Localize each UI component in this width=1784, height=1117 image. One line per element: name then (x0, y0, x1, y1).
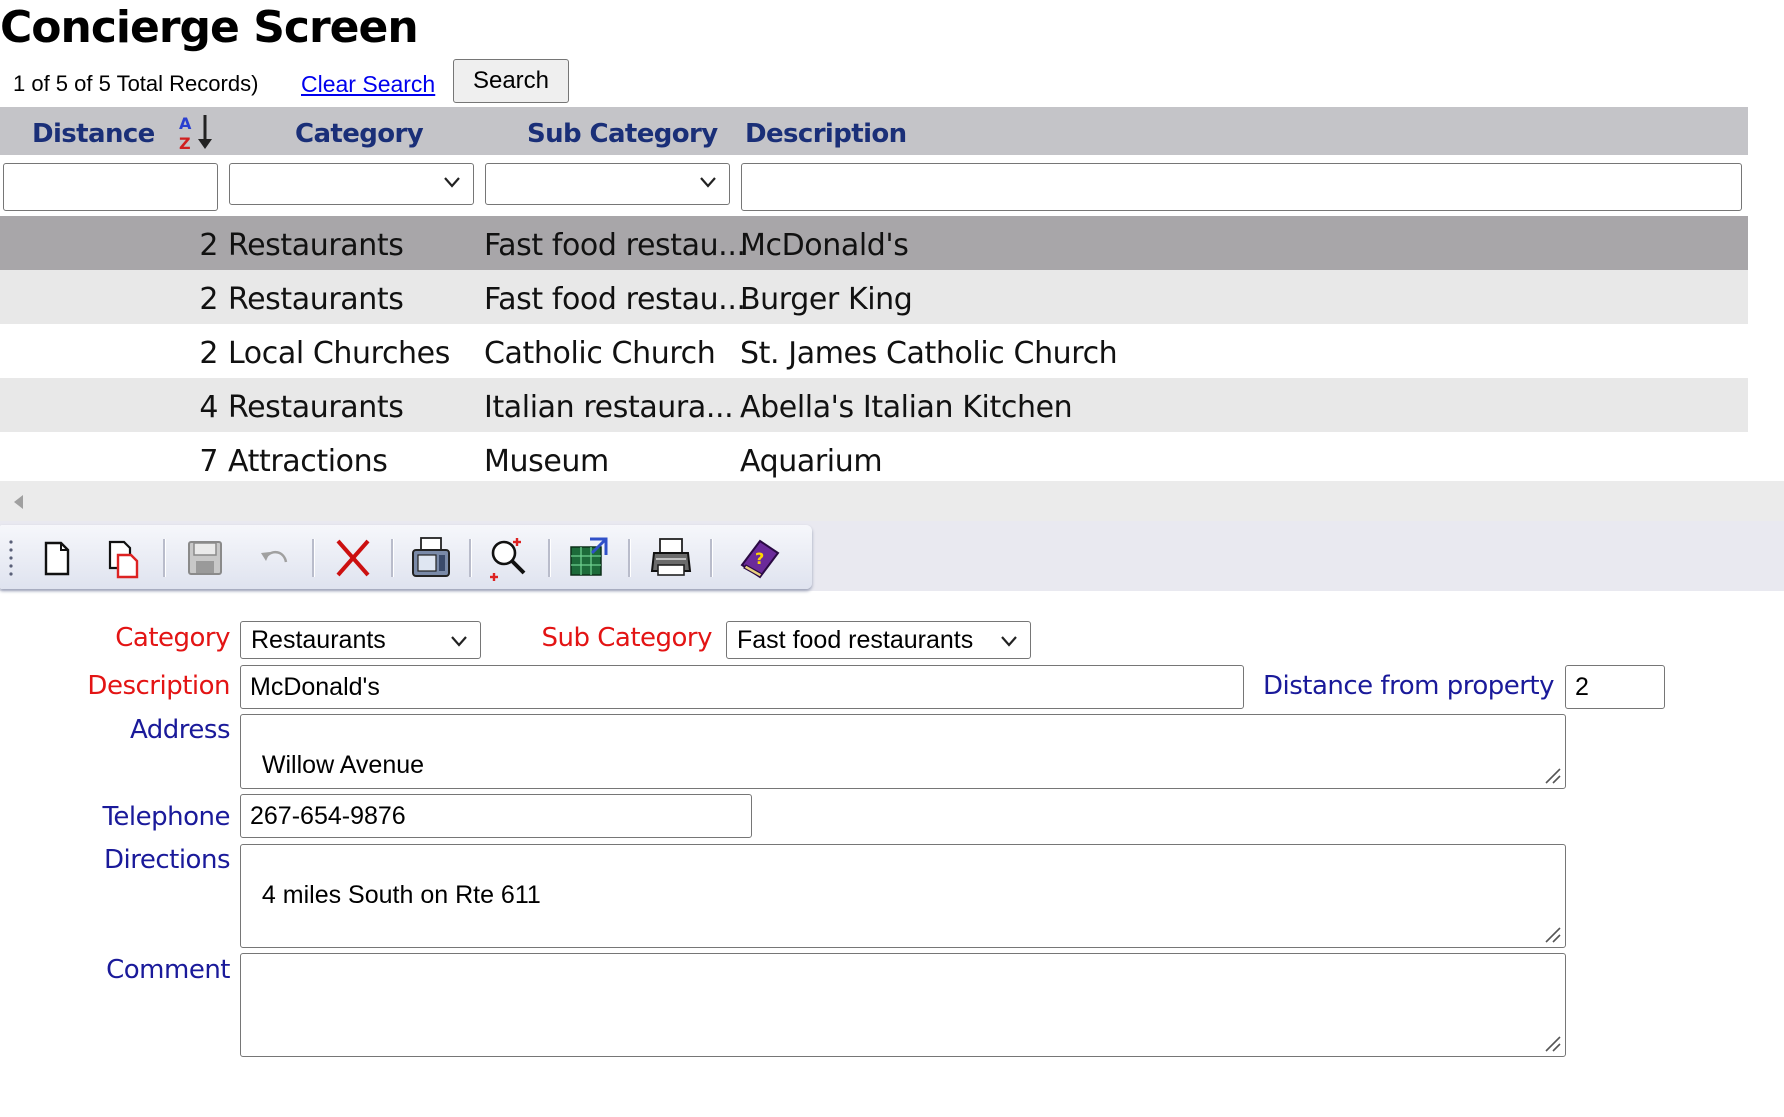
table-row[interactable]: 2 Restaurants Fast food restau... McDona… (0, 216, 1748, 270)
table-row[interactable]: 2 Local Churches Catholic Church St. Jam… (0, 324, 1748, 378)
table-row[interactable]: 4 Restaurants Italian restaura... Abella… (0, 378, 1748, 432)
category-label: Category (115, 623, 230, 653)
description-label: Description (87, 671, 230, 701)
cell-category: Attractions (228, 444, 388, 479)
svg-text:A: A (179, 114, 192, 133)
chevron-down-icon (1001, 636, 1017, 647)
cell-description: Abella's Italian Kitchen (740, 390, 1073, 425)
filter-row (0, 155, 1748, 213)
new-record-icon[interactable] (34, 535, 80, 581)
record-count-text: 1 of 5 of 5 Total Records) (13, 71, 259, 96)
comment-label: Comment (106, 955, 230, 985)
record-toolbar: ? (0, 525, 812, 589)
horizontal-scrollbar[interactable] (0, 481, 1784, 521)
directions-value: 4 miles South on Rte 611 (261, 881, 541, 909)
search-button[interactable]: Search (453, 59, 569, 103)
table-row[interactable]: 7 Attractions Museum Aquarium (0, 432, 1748, 481)
column-header-category[interactable]: Category (295, 119, 424, 149)
category-filter-select[interactable] (229, 163, 474, 205)
category-select[interactable]: Restaurants (240, 621, 481, 659)
distance-field[interactable]: 2 (1565, 665, 1665, 709)
page-title: Concierge Screen (0, 2, 419, 53)
cell-sub-category: Museum (484, 444, 609, 479)
sort-a-z-icon[interactable]: A Z (177, 112, 217, 152)
directions-textarea[interactable]: 4 miles South on Rte 611 (240, 844, 1566, 948)
export-icon[interactable] (566, 535, 612, 581)
clear-search-link[interactable]: Clear Search (301, 71, 435, 98)
address-value: Willow Avenue (261, 751, 425, 779)
sub-category-select[interactable]: Fast food restaurants (726, 621, 1031, 659)
description-filter-input[interactable] (741, 163, 1742, 211)
chevron-down-icon (444, 177, 460, 188)
chevron-down-icon (700, 177, 716, 188)
cell-distance: 2 (199, 282, 218, 317)
cell-sub-category: Italian restaura... (484, 390, 734, 425)
cell-description: Burger King (740, 282, 913, 317)
cell-sub-category: Fast food restau... (484, 282, 746, 317)
resize-grip-icon[interactable] (1543, 766, 1561, 784)
toolbar-grip-icon[interactable] (9, 538, 13, 578)
cell-description: Aquarium (740, 444, 883, 479)
telephone-field[interactable]: 267-654-9876 (240, 794, 752, 838)
chevron-down-icon (451, 636, 467, 647)
description-field[interactable]: McDonald's (240, 665, 1244, 709)
sub-category-filter-select[interactable] (485, 163, 730, 205)
sub-category-select-value: Fast food restaurants (737, 626, 974, 654)
grid-header: Distance A Z Category Sub Category Descr… (0, 107, 1748, 155)
undo-icon[interactable] (252, 535, 298, 581)
cell-description: McDonald's (740, 228, 909, 263)
table-row[interactable]: 2 Restaurants Fast food restau... Burger… (0, 270, 1748, 324)
cell-category: Local Churches (228, 336, 450, 371)
cell-distance: 4 (199, 390, 218, 425)
copy-record-icon[interactable] (100, 535, 146, 581)
fax-icon[interactable] (408, 535, 454, 581)
comment-textarea[interactable] (240, 953, 1566, 1057)
cell-distance: 2 (199, 336, 218, 371)
category-select-value: Restaurants (251, 626, 386, 654)
cell-distance: 2 (199, 228, 218, 263)
distance-label: Distance from property (1262, 671, 1555, 701)
cell-description: St. James Catholic Church (740, 336, 1118, 371)
cell-sub-category: Catholic Church (484, 336, 716, 371)
telephone-label: Telephone (102, 802, 230, 832)
print-icon[interactable] (648, 535, 694, 581)
cell-category: Restaurants (228, 228, 404, 263)
distance-filter-input[interactable] (3, 163, 218, 211)
cell-category: Restaurants (228, 282, 404, 317)
scroll-left-arrow-icon[interactable] (12, 494, 24, 510)
directions-label: Directions (103, 845, 231, 875)
cell-distance: 7 (199, 444, 218, 479)
address-label: Address (129, 715, 231, 745)
svg-text:Z: Z (179, 134, 191, 152)
address-textarea[interactable]: Willow Avenue (240, 714, 1566, 789)
help-book-icon[interactable]: ? (736, 535, 782, 581)
cell-sub-category: Fast food restau... (484, 228, 746, 263)
delete-icon[interactable] (330, 535, 376, 581)
search-add-icon[interactable] (486, 535, 532, 581)
column-header-distance[interactable]: Distance (32, 119, 155, 149)
column-header-description[interactable]: Description (745, 119, 907, 149)
save-icon[interactable] (182, 535, 228, 581)
resize-grip-icon[interactable] (1543, 925, 1561, 943)
column-header-sub-category[interactable]: Sub Category (527, 119, 718, 149)
resize-grip-icon[interactable] (1543, 1034, 1561, 1052)
svg-text:?: ? (755, 549, 764, 568)
sub-category-label: Sub Category (541, 623, 712, 653)
cell-category: Restaurants (228, 390, 404, 425)
